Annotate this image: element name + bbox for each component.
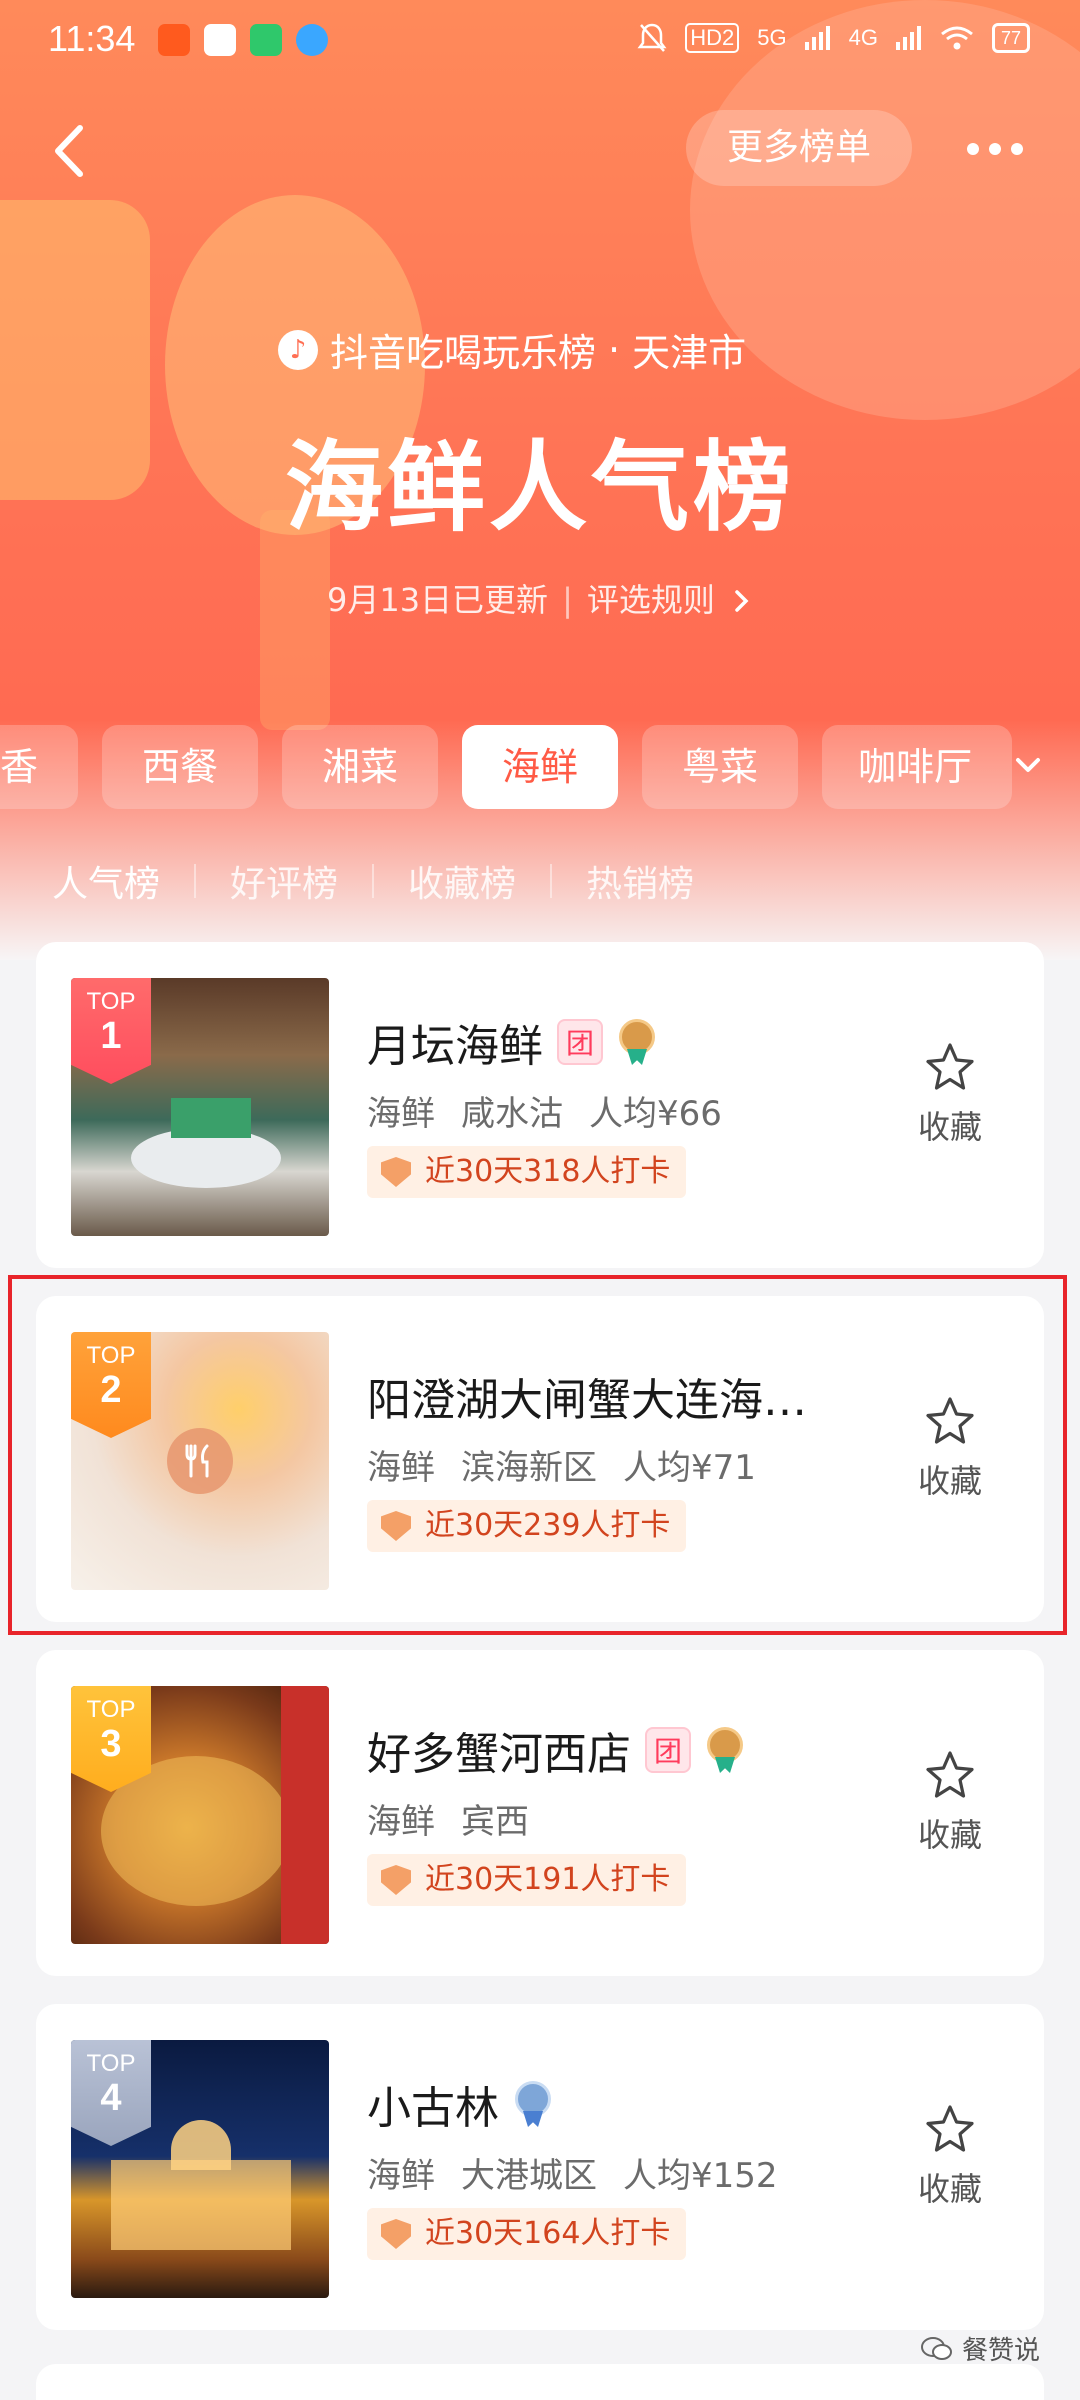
medal-icon (617, 1019, 657, 1065)
tab-hot-sales[interactable]: 热销榜 (586, 855, 694, 907)
medal-icon (513, 2081, 553, 2127)
category-chip[interactable]: 咖啡厅 (822, 725, 1012, 809)
watermark: 餐赞说 (920, 2330, 1040, 2367)
checkin-badge: 近30天318人打卡 (367, 1146, 687, 1198)
rank-badge: TOP 4 (71, 2040, 151, 2146)
group-buy-badge: 团 (557, 1019, 603, 1065)
wechat-icon (921, 2336, 952, 2360)
star-icon (926, 1043, 974, 1090)
ranking-card[interactable]: TOP 2 阳澄湖大闸蟹大连海… 海鲜 滨海新区 人均¥71 近30天239人打卡 收… (36, 1296, 1044, 1622)
douyin-logo-icon: ♪ (278, 329, 318, 370)
star-icon (926, 1397, 974, 1444)
checkin-badge: 近30天191人打卡 (367, 1854, 687, 1906)
divider (550, 864, 553, 898)
hd-label: HD2 (685, 23, 740, 53)
medal-icon (705, 1727, 745, 1773)
rank-badge: TOP 2 (71, 1332, 151, 1438)
checkin-badge: 近30天164人打卡 (367, 2208, 687, 2260)
ranking-card[interactable]: TOP 3 好多蟹河西店 团 海鲜 宾西 近30天191人打卡 收藏 (36, 1650, 1044, 1976)
signal-icon (804, 26, 830, 50)
shield-check-icon (381, 2219, 411, 2249)
group-buy-badge: 团 (645, 1727, 691, 1773)
brand-name: 抖音吃喝玩乐榜 (330, 331, 597, 375)
dot-icon (989, 143, 1001, 155)
more-options-button[interactable] (960, 124, 1030, 174)
expand-categories-button[interactable] (1010, 752, 1046, 780)
signal-5g: 5G (757, 25, 787, 50)
category-chip[interactable]: 香 (0, 725, 78, 809)
divider (194, 864, 197, 898)
category-chip[interactable]: 粤菜 (642, 725, 798, 809)
restaurant-meta: 海鲜 大港城区 人均¥152 (367, 2156, 778, 2196)
notification-icons (158, 24, 328, 56)
favorite-button[interactable]: 收藏 (900, 2104, 1000, 2210)
video-app-icon (204, 24, 236, 56)
bell-muted-icon (637, 23, 667, 52)
status-right: HD2 5G 4G 77 (637, 22, 1030, 54)
restaurant-photo: TOP 1 (71, 978, 329, 1236)
chevron-left-icon (55, 125, 83, 177)
shield-check-icon (381, 1865, 411, 1895)
rules-link[interactable]: 评选规则 (587, 581, 715, 619)
restaurant-name: 月坛海鲜 团 (367, 1010, 657, 1074)
star-icon (926, 1751, 974, 1798)
battery-indicator: 77 (991, 23, 1030, 53)
signal-icon (895, 26, 921, 50)
favorite-button[interactable]: 收藏 (900, 1396, 1000, 1502)
ranking-card-partial[interactable] (36, 2364, 1044, 2400)
list-brand: ♪ 抖音吃喝玩乐榜 · 天津市 (278, 322, 746, 377)
restaurant-meta: 海鲜 宾西 (367, 1802, 529, 1842)
tab-popular[interactable]: 人气榜 (52, 855, 160, 907)
dot-icon (1011, 143, 1023, 155)
restaurant-photo: TOP 4 (71, 2040, 329, 2298)
ranking-card[interactable]: TOP 1 月坛海鲜 团 海鲜 咸水沽 人均¥66 近30天318人打卡 收藏 (36, 942, 1044, 1268)
category-chip[interactable]: 湘菜 (282, 725, 438, 809)
divider (372, 864, 375, 898)
status-time: 11:34 (48, 18, 136, 59)
chevron-right-icon (735, 590, 749, 612)
status-bar: 11:34 HD2 5G 4G 77 (0, 0, 1080, 82)
restaurant-photo: TOP 3 (71, 1686, 329, 1944)
rank-badge: TOP 1 (71, 978, 151, 1084)
tab-good-reviews[interactable]: 好评榜 (230, 855, 338, 907)
fork-knife-icon (185, 1444, 209, 1478)
checkin-badge: 近30天239人打卡 (367, 1500, 687, 1552)
ranking-card[interactable]: TOP 4 小古林 海鲜 大港城区 人均¥152 近30天164人打卡 收藏 (36, 2004, 1044, 2330)
city-name: 天津市 (632, 331, 747, 375)
restaurant-meta: 海鲜 咸水沽 人均¥66 (367, 1094, 722, 1134)
restaurant-name: 小古林 (367, 2072, 553, 2136)
category-chip-active[interactable]: 海鲜 (462, 725, 618, 809)
rank-badge: TOP 3 (71, 1686, 151, 1792)
home-app-icon (250, 24, 282, 56)
dot-icon (967, 143, 979, 155)
category-chip[interactable]: 西餐 (102, 725, 258, 809)
tab-favorites[interactable]: 收藏榜 (408, 855, 516, 907)
app-notification-icon (158, 24, 190, 56)
shield-check-icon (381, 1511, 411, 1541)
brand-separator: · (608, 327, 621, 372)
restaurant-meta: 海鲜 滨海新区 人均¥71 (367, 1448, 756, 1488)
qq-icon (296, 24, 328, 56)
update-info: 9月13日已更新 | 评选规则 (0, 575, 1080, 621)
restaurant-photo-placeholder: TOP 2 (71, 1332, 329, 1590)
shield-check-icon (381, 1157, 411, 1187)
category-tabs: 香 西餐 湘菜 海鲜 粤菜 咖啡厅 (0, 725, 1080, 809)
star-icon (926, 2105, 974, 2152)
updated-date: 9月13日已更新 (326, 581, 549, 619)
favorite-button[interactable]: 收藏 (900, 1750, 1000, 1856)
restaurant-name: 阳澄湖大闸蟹大连海… (367, 1375, 807, 1426)
signal-4g: 4G (848, 25, 878, 50)
chevron-down-icon (1016, 758, 1040, 772)
more-lists-button[interactable]: 更多榜单 (686, 110, 912, 186)
wifi-icon (941, 26, 973, 50)
divider: | (562, 581, 573, 619)
back-button[interactable] (44, 116, 94, 186)
restaurant-name: 好多蟹河西店 团 (367, 1718, 745, 1782)
sub-tabs: 人气榜 好评榜 收藏榜 热销榜 (52, 855, 694, 907)
favorite-button[interactable]: 收藏 (900, 1042, 1000, 1148)
page-title: 海鲜人气榜 (284, 431, 795, 545)
